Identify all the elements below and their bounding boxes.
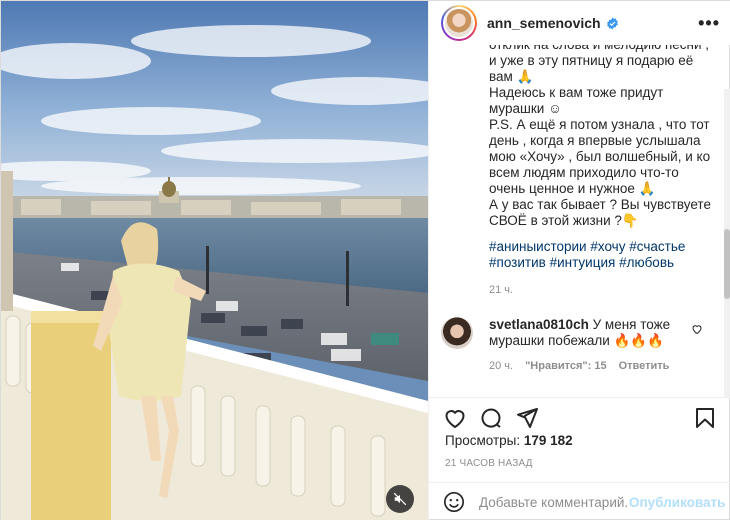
action-bar [429,397,730,437]
post-sidebar: ann_semenovich ••• отклик на слова и мел… [428,1,730,520]
hashtag-link[interactable]: #интуиция [550,255,616,270]
views-count[interactable]: Просмотры: 179 182 [445,433,573,448]
more-options-icon[interactable]: ••• [698,13,720,34]
add-comment-bar: Опубликовать [429,482,730,520]
comment-bubble-icon[interactable] [479,406,503,430]
emoji-icon[interactable] [443,491,465,513]
post-video[interactable] [1,1,428,520]
hashtag-link[interactable]: #любовь [619,255,674,270]
author-avatar[interactable] [441,5,477,41]
author-username[interactable]: ann_semenovich [487,15,601,31]
comment-input[interactable] [479,494,629,510]
verified-badge-icon [606,17,618,29]
comment-likes[interactable]: "Нравится": 15 [525,360,606,372]
comment-body: svetlana0810ch У меня тоже мурашки побеж… [489,317,689,349]
post-timestamp: 21 ЧАСОВ НАЗАД [445,458,533,469]
scrollbar-thumb[interactable] [724,229,730,299]
comment-heart-icon[interactable] [691,323,703,335]
views-value: 179 182 [523,433,573,448]
caption-hashtags: #аниныистории #хочу #счастье #позитив #и… [489,239,719,271]
commenter-avatar[interactable] [441,317,473,349]
instagram-post: ann_semenovich ••• отклик на слова и мел… [0,0,730,520]
views-label: Просмотры: [445,433,521,448]
comments-scrollbar[interactable] [724,89,730,397]
avatar-image [443,7,475,39]
hashtag-link[interactable]: #хочу [590,239,625,254]
post-caption: отклик на слова и мелодию песни , и уже … [489,45,711,228]
mute-button[interactable] [386,485,414,513]
comments-section: отклик на слова и мелодию песни , и уже … [429,45,730,397]
reply-button[interactable]: Ответить [619,360,670,372]
post-header: ann_semenovich ••• [429,1,730,45]
commenter-username[interactable]: svetlana0810ch [489,317,589,332]
share-plane-icon[interactable] [515,406,539,430]
hashtag-link[interactable]: #счастье [629,239,685,254]
video-frame [1,1,428,520]
bookmark-icon[interactable] [693,406,717,430]
caption-time: 21 ч. [489,284,514,296]
comment-meta: 20 ч. "Нравится": 15 Ответить [489,360,669,372]
speaker-muted-icon [393,492,407,506]
like-heart-icon[interactable] [443,406,467,430]
hashtag-link[interactable]: #позитив [489,255,546,270]
hashtag-link[interactable]: #аниныистории [489,239,587,254]
publish-button[interactable]: Опубликовать [629,495,725,510]
comment-time: 20 ч. [489,360,514,372]
